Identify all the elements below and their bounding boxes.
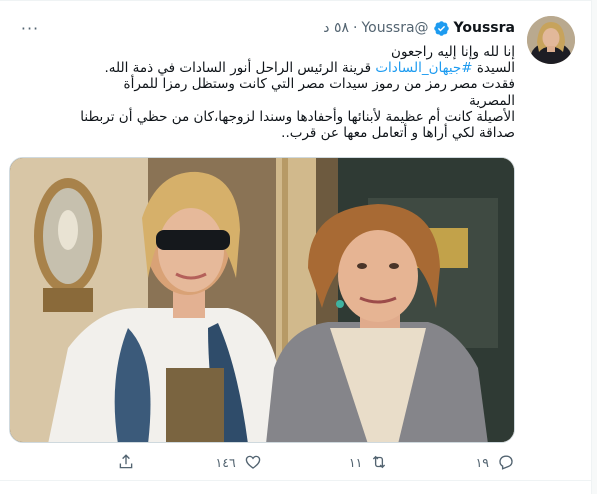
tweet-line-2-prefix: السيدة: [472, 60, 515, 77]
tweet-line-4: الأصيلة كانت أم عظيمة لأبنائها وأحفادها …: [80, 108, 515, 125]
reply-button[interactable]: ١٩: [455, 453, 515, 471]
hashtag-link[interactable]: #جيهان_السادات: [375, 60, 472, 76]
more-options-icon[interactable]: ···: [20, 18, 40, 38]
tweet[interactable]: Youssra @Youssra · ٥٨ د ··· إنا لله وإنا…: [0, 0, 591, 480]
reply-count: ١٩: [475, 454, 489, 470]
author-name[interactable]: Youssra: [454, 20, 515, 36]
like-count: ١٤٦: [215, 454, 236, 470]
retweet-count: ١١: [348, 454, 363, 470]
tweet-line-3: فقدت مصر رمز من رموز سيدات مصر التي كانت…: [123, 76, 516, 109]
retweet-icon: [370, 453, 388, 471]
share-icon: [117, 453, 135, 471]
tweet-line-5: صداقة لكي أراها و أتعامل معها عن قرب..: [281, 125, 515, 142]
scrollbar[interactable]: [591, 0, 597, 494]
share-button[interactable]: [75, 453, 135, 471]
tweet-text: إنا لله وإنا إليه راجعون السيدة #جيهان_ا…: [75, 44, 515, 141]
page: Youssra @Youssra · ٥٨ د ··· إنا لله وإنا…: [0, 0, 597, 494]
tweet-line-2: السيدة #جيهان_السادات قرينة الرئيس الراح…: [75, 60, 515, 76]
verified-badge-icon: [433, 20, 450, 37]
like-button[interactable]: ١٤٦: [202, 453, 262, 471]
retweet-button[interactable]: ١١: [328, 453, 388, 471]
reply-icon: [497, 453, 515, 471]
tweet-timestamp[interactable]: ٥٨ د: [323, 20, 349, 36]
tweet-photo[interactable]: [9, 157, 515, 443]
bottom-divider: [0, 480, 591, 481]
header-separator: ·: [353, 20, 358, 36]
heart-icon: [244, 453, 262, 471]
tweet-actions: ١٩ ١١ ١٤٦: [75, 452, 515, 472]
tweet-line-1: إنا لله وإنا إليه راجعون: [391, 44, 515, 60]
tweet-header: Youssra @Youssra · ٥٨ د: [323, 18, 515, 38]
tweet-line-2-rest: قرينة الرئيس الراحل أنور السادات في ذمة …: [104, 60, 372, 77]
author-handle[interactable]: @Youssra: [361, 20, 428, 36]
avatar[interactable]: [527, 16, 575, 64]
